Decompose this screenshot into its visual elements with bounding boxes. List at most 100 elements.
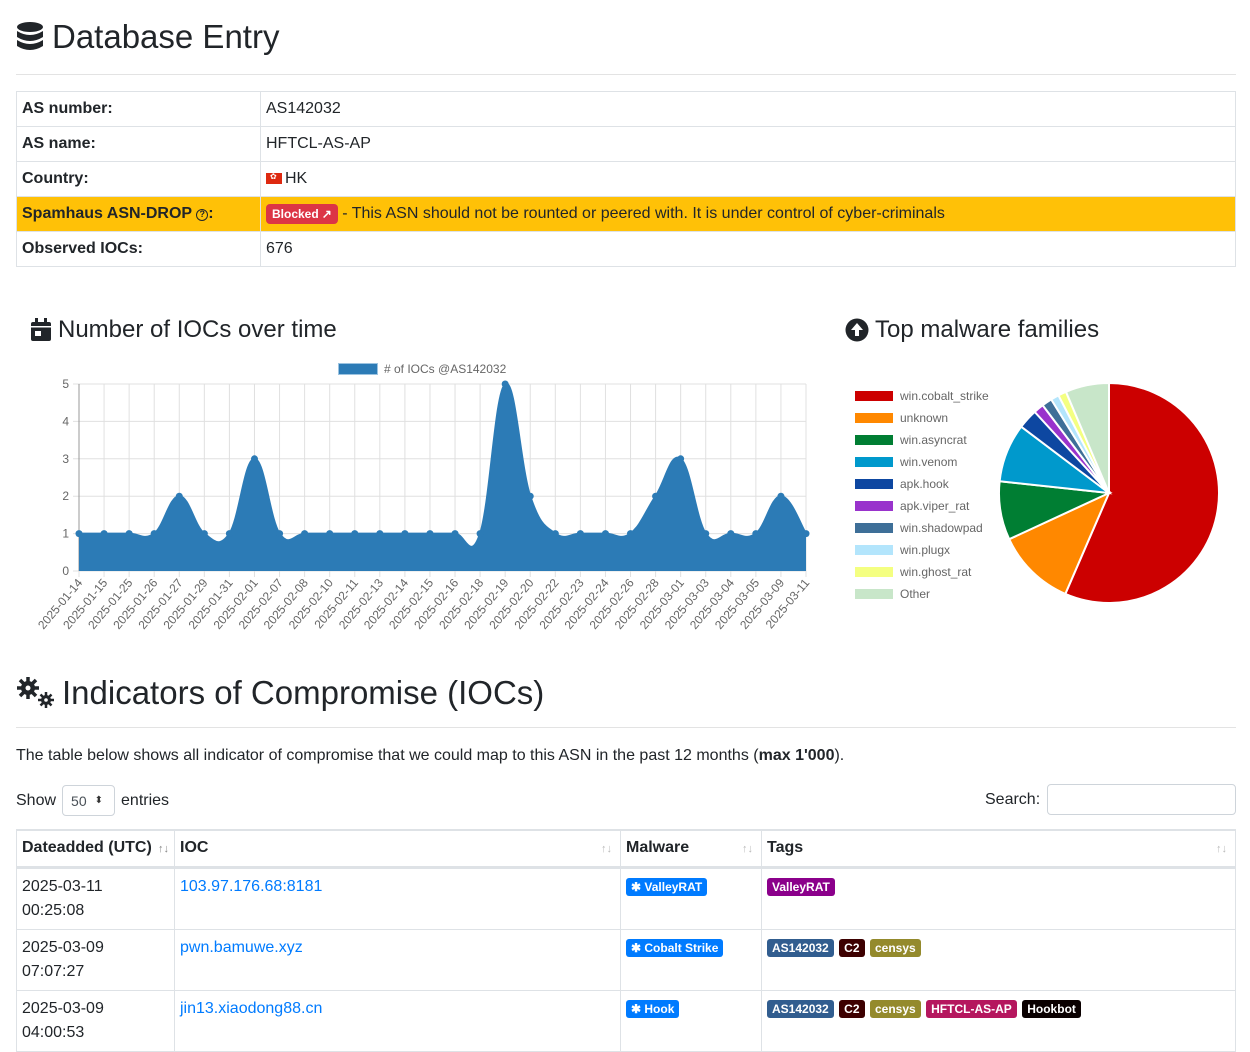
tag-badge[interactable]: AS142032 — [767, 999, 834, 1018]
spamhaus-message: - This ASN should not be rounted or peer… — [342, 205, 945, 222]
pie-legend-item[interactable]: win.venom — [855, 451, 989, 473]
data-point[interactable] — [301, 530, 309, 538]
data-point[interactable] — [777, 492, 785, 500]
malware-badge[interactable]: ✱ Hook — [626, 999, 680, 1018]
database-icon — [17, 22, 43, 50]
observed-iocs-value: 676 — [260, 231, 1236, 267]
arrow-circle-up-icon — [845, 318, 869, 342]
legend-label: win.venom — [900, 455, 958, 469]
legend-swatch — [855, 567, 893, 577]
sort-icon: ↑↓ — [1216, 843, 1227, 855]
data-point[interactable] — [601, 530, 609, 538]
hong-kong-flag-icon — [266, 172, 282, 184]
legend-swatch — [855, 457, 893, 467]
data-point[interactable] — [451, 530, 459, 538]
tags-cell: AS142032 C2 censys — [761, 928, 1236, 991]
column-header-dateadded[interactable]: Dateadded (UTC) ↑↓ — [16, 829, 175, 869]
column-header-ioc[interactable]: IOC ↑↓ — [174, 829, 621, 869]
legend-swatch — [855, 501, 893, 511]
country-value: HK — [285, 170, 308, 187]
entries-length-control: Show 50 ⬍ entries — [16, 785, 169, 816]
data-point[interactable] — [702, 530, 710, 538]
tag-badge[interactable]: ValleyRAT — [767, 877, 835, 896]
data-point[interactable] — [551, 530, 559, 538]
data-point[interactable] — [501, 380, 509, 388]
y-tick-label: 3 — [62, 452, 69, 466]
data-point[interactable] — [426, 530, 434, 538]
ioc-link[interactable]: 103.97.176.68:8181 — [180, 878, 322, 895]
data-point[interactable] — [401, 530, 409, 538]
data-point[interactable] — [376, 530, 384, 538]
y-tick-label: 1 — [62, 527, 69, 541]
data-point[interactable] — [802, 530, 810, 538]
divider — [16, 74, 1236, 75]
table-row: 2025-03-09 04:00:53 jin13.xiaodong88.cn ✱ H… — [16, 989, 1236, 1052]
iocs-line-chart: 0123452025-01-142025-01-152025-01-252025… — [35, 377, 812, 632]
malware-badge[interactable]: ✱ ValleyRAT — [626, 877, 708, 896]
data-point[interactable] — [100, 530, 108, 538]
legend-swatch — [855, 523, 893, 533]
bug-icon: ✱ — [631, 1001, 645, 1016]
legend-label: win.cobalt_strike — [900, 389, 989, 403]
pie-legend-item[interactable]: win.ghost_rat — [855, 561, 989, 583]
legend-label: win.plugx — [900, 543, 951, 557]
sort-icon: ↑↓ — [158, 843, 169, 855]
data-point[interactable] — [125, 530, 133, 538]
data-point[interactable] — [351, 530, 359, 538]
data-point[interactable] — [727, 530, 735, 538]
data-point[interactable] — [677, 455, 685, 463]
bug-icon: ✱ — [631, 879, 645, 894]
pie-legend-item[interactable]: unknown — [855, 407, 989, 429]
data-point[interactable] — [627, 530, 635, 538]
info-row-country: Country: HK — [16, 161, 1236, 197]
pie-legend-item[interactable]: win.shadowpad — [855, 517, 989, 539]
data-point[interactable] — [175, 492, 183, 500]
legend-swatch — [855, 413, 893, 423]
info-label: AS name: — [16, 126, 261, 162]
table-row: 2025-03-11 00:25:08 103.97.176.68:8181 ✱ Va… — [16, 866, 1236, 930]
data-point[interactable] — [250, 455, 258, 463]
ioc-link[interactable]: pwn.bamuwe.xyz — [180, 939, 303, 956]
blocked-badge[interactable]: Blocked ↗ — [266, 204, 338, 224]
info-label: Spamhaus ASN-DROP — [22, 205, 192, 222]
tag-badge[interactable]: censys — [869, 999, 921, 1018]
ioc-link[interactable]: jin13.xiaodong88.cn — [180, 1000, 322, 1017]
search-input[interactable] — [1047, 784, 1237, 815]
legend-swatch — [855, 545, 893, 555]
data-point[interactable] — [652, 492, 660, 500]
malware-badge[interactable]: ✱ Cobalt Strike — [626, 938, 724, 957]
pie-legend-item[interactable]: Other — [855, 583, 989, 605]
data-point[interactable] — [225, 530, 233, 538]
pie-legend-item[interactable]: win.cobalt_strike — [855, 385, 989, 407]
pie-legend-item[interactable]: win.asyncrat — [855, 429, 989, 451]
column-header-malware[interactable]: Malware ↑↓ — [620, 829, 762, 869]
data-point[interactable] — [526, 492, 534, 500]
table-row: 2025-03-09 07:07:27 pwn.bamuwe.xyz ✱ Cobalt… — [16, 928, 1236, 991]
info-label: AS number: — [16, 91, 261, 127]
pie-legend-item[interactable]: apk.hook — [855, 473, 989, 495]
tag-badge[interactable]: HFTCL-AS-AP — [926, 999, 1017, 1018]
tag-badge[interactable]: AS142032 — [767, 938, 834, 957]
help-icon[interactable]: ? — [196, 209, 209, 221]
tag-badge[interactable]: C2 — [839, 999, 865, 1018]
data-point[interactable] — [752, 530, 760, 538]
divider — [16, 727, 1236, 728]
data-point[interactable] — [476, 530, 484, 538]
column-header-tags[interactable]: Tags ↑↓ — [761, 829, 1236, 869]
data-point[interactable] — [326, 530, 334, 538]
pie-legend-item[interactable]: apk.viper_rat — [855, 495, 989, 517]
data-point[interactable] — [576, 530, 584, 538]
info-label: Country: — [16, 161, 261, 197]
data-point[interactable] — [200, 530, 208, 538]
tag-badge[interactable]: Hookbot — [1022, 999, 1081, 1018]
data-point[interactable] — [276, 530, 284, 538]
pie-legend-item[interactable]: win.plugx — [855, 539, 989, 561]
tag-badge[interactable]: C2 — [839, 938, 865, 957]
page-title-text: Database Entry — [52, 18, 280, 55]
entries-select[interactable]: 50 ⬍ — [62, 785, 116, 816]
iocs-heading: Indicators of Compromise (IOCs) — [16, 674, 544, 712]
legend-label: win.asyncrat — [900, 433, 967, 447]
data-point[interactable] — [75, 530, 83, 538]
data-point[interactable] — [150, 530, 158, 538]
tag-badge[interactable]: censys — [869, 938, 921, 957]
